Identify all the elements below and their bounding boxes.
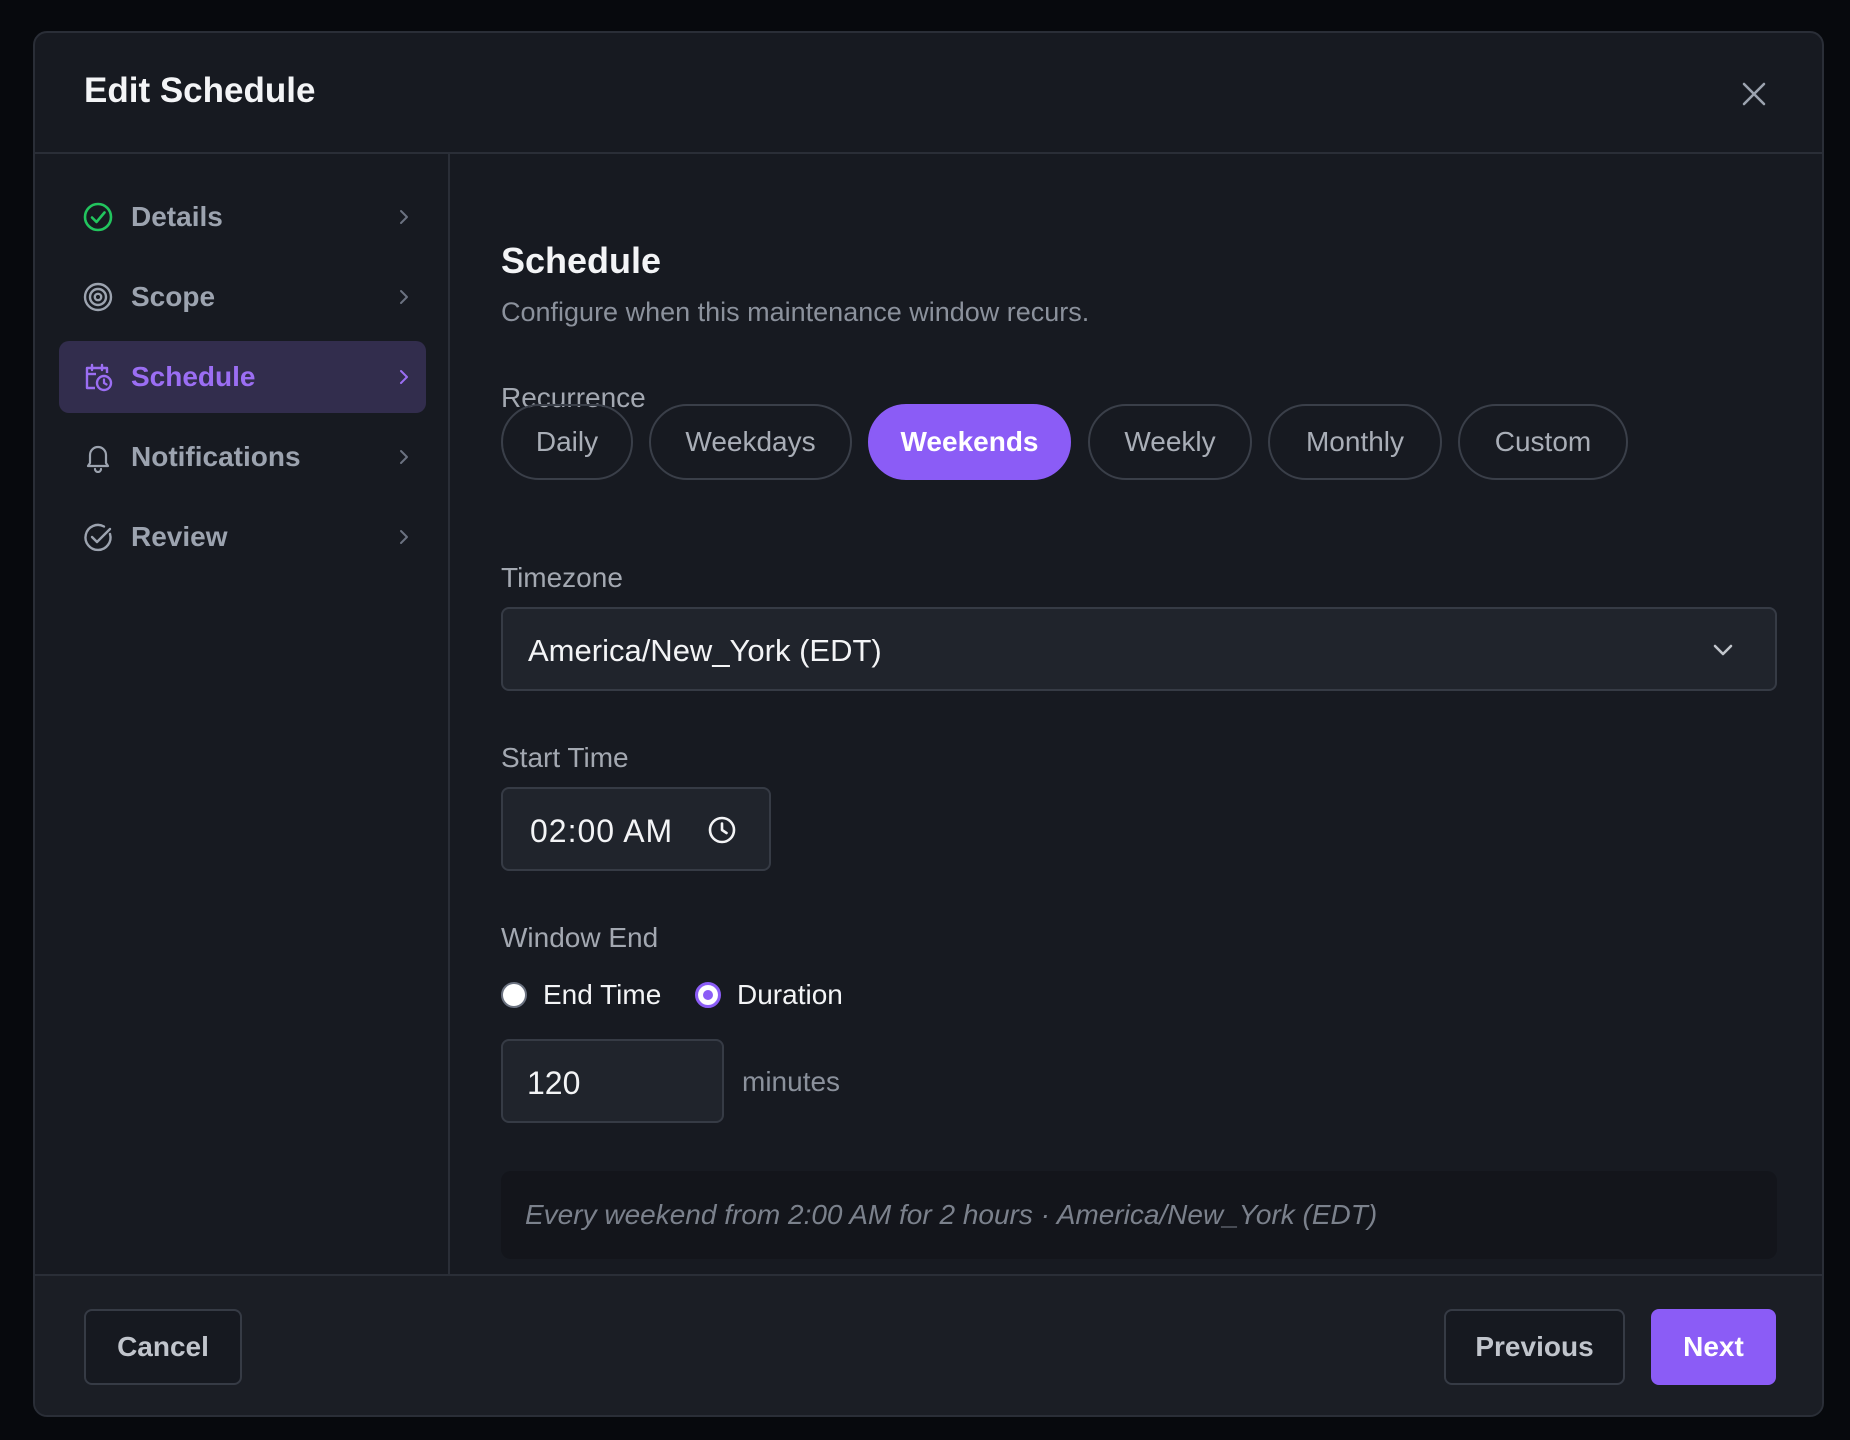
clock-icon[interactable] <box>707 815 737 845</box>
chevron-right-icon <box>400 370 408 384</box>
sidebar-item-notifications[interactable]: Notifications <box>59 421 426 493</box>
section-title: Schedule <box>501 240 662 281</box>
sidebar-item-label: Review <box>131 521 228 552</box>
sidebar-item-label: Scope <box>131 281 216 312</box>
dialog-footer: Cancel Previous Next <box>35 1274 1822 1415</box>
start-time-input[interactable]: 02:00 AM <box>501 787 771 871</box>
next-button[interactable]: Next <box>1651 1309 1776 1385</box>
calendar-clock-icon <box>85 363 113 392</box>
start-time-value: 02:00 AM <box>530 813 674 849</box>
window-end-label: Window End <box>501 922 659 953</box>
dialog-title: Edit Schedule <box>84 71 316 110</box>
sidebar-item-details[interactable]: Details <box>59 181 426 253</box>
recurrence-option-weekdays[interactable]: Weekdays <box>649 404 852 480</box>
chevron-right-icon <box>400 210 408 224</box>
close-icon <box>1742 82 1766 106</box>
sidebar-item-label: Schedule <box>131 361 256 392</box>
recurrence-option-monthly[interactable]: Monthly <box>1268 404 1442 480</box>
duration-radio[interactable] <box>695 982 721 1008</box>
recurrence-option-weekly[interactable]: Weekly <box>1088 404 1252 480</box>
section-subtitle: Configure when this maintenance window r… <box>501 297 1090 327</box>
sidebar-item-label: Details <box>131 201 223 232</box>
schedule-summary: Every weekend from 2:00 AM for 2 hours ·… <box>501 1171 1777 1259</box>
recurrence-option-daily[interactable]: Daily <box>501 404 633 480</box>
end-time-radio[interactable] <box>501 982 527 1008</box>
previous-button[interactable]: Previous <box>1444 1309 1625 1385</box>
edit-schedule-dialog: Edit Schedule Details Scope Schedule Not… <box>33 31 1824 1417</box>
duration-radio-option[interactable]: Duration <box>695 978 843 1012</box>
timezone-value: America/New_York (EDT) <box>528 633 882 668</box>
schedule-summary-text: Every weekend from 2:00 AM for 2 hours ·… <box>525 1199 1378 1230</box>
end-time-radio-option[interactable]: End Time <box>501 978 661 1012</box>
schedule-panel: Schedule Configure when this maintenance… <box>452 154 1822 1274</box>
duration-value: 120 <box>527 1065 581 1101</box>
recurrence-option-custom[interactable]: Custom <box>1458 404 1628 480</box>
chevron-down-icon <box>1713 644 1733 656</box>
end-time-radio-label: End Time <box>543 979 662 1010</box>
sidebar-item-scope[interactable]: Scope <box>59 261 426 333</box>
timezone-label: Timezone <box>501 562 623 593</box>
close-button[interactable] <box>1735 75 1773 113</box>
duration-radio-label: Duration <box>737 979 843 1010</box>
chevron-right-icon <box>400 450 408 464</box>
timezone-select[interactable]: America/New_York (EDT) <box>501 607 1777 691</box>
sidebar-item-label: Notifications <box>131 441 301 472</box>
bell-icon <box>86 445 110 473</box>
chevron-right-icon <box>400 290 408 304</box>
steps-sidebar: Details Scope Schedule Notifications Rev… <box>35 154 450 1274</box>
cancel-button[interactable]: Cancel <box>84 1309 242 1385</box>
check-circle-icon <box>84 523 112 552</box>
sidebar-item-schedule[interactable]: Schedule <box>59 341 426 413</box>
check-circle-icon <box>83 202 113 232</box>
sidebar-item-review[interactable]: Review <box>59 501 426 573</box>
duration-unit: minutes <box>742 1066 841 1097</box>
recurrence-option-weekends[interactable]: Weekends <box>868 404 1071 480</box>
dialog-header: Edit Schedule <box>35 33 1822 154</box>
chevron-right-icon <box>400 530 408 544</box>
start-time-label: Start Time <box>501 742 629 773</box>
duration-input[interactable]: 120 <box>501 1039 724 1123</box>
target-icon <box>83 282 113 312</box>
